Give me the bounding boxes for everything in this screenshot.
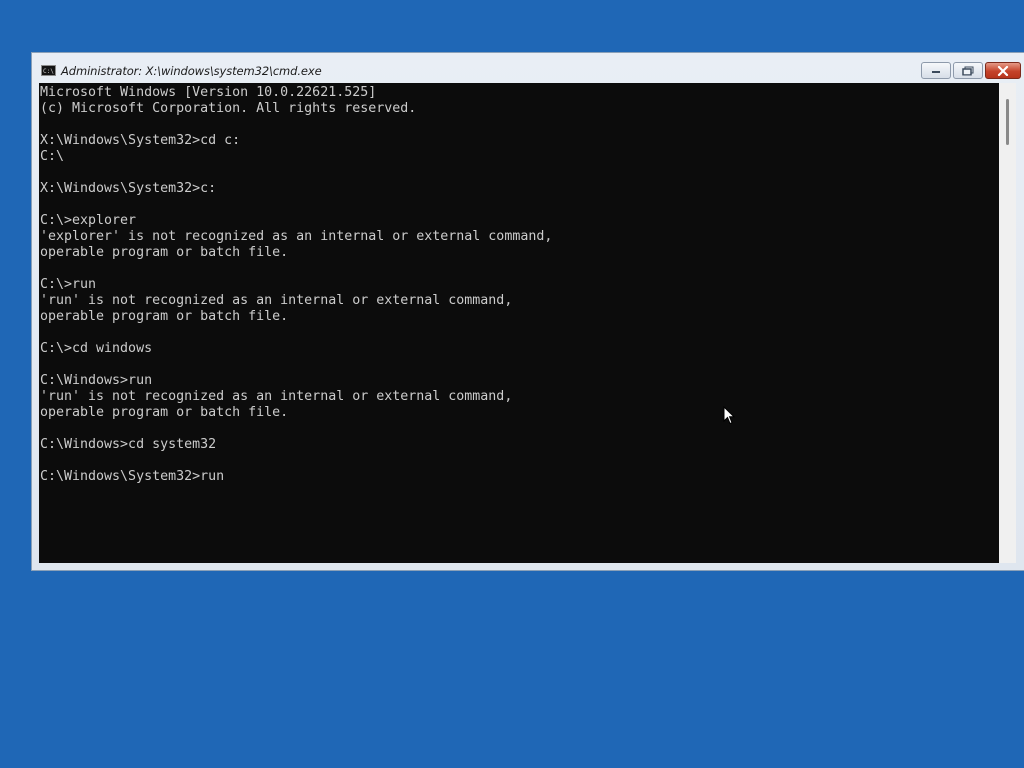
console-line: X:\Windows\System32>c: <box>40 181 217 196</box>
console-line: 'run' is not recognized as an internal o… <box>40 389 513 404</box>
minimize-button[interactable] <box>921 62 951 79</box>
console-line: C:\Windows>cd system32 <box>40 437 217 452</box>
console-output: Microsoft Windows [Version 10.0.22621.52… <box>39 83 999 485</box>
svg-text:C:\: C:\ <box>43 68 54 74</box>
cmd-icon[interactable]: C:\ <box>41 65 56 76</box>
console-line: C:\Windows>run <box>40 373 153 388</box>
console-line: operable program or batch file. <box>40 405 289 420</box>
console-line: C:\>cd windows <box>40 341 153 356</box>
window-title: Administrator: X:\windows\system32\cmd.e… <box>61 64 322 78</box>
minimize-icon <box>932 70 940 73</box>
title-bar[interactable]: C:\ Administrator: X:\windows\system32\c… <box>32 53 1024 83</box>
maximize-icon <box>962 66 974 75</box>
console-line: C:\>run <box>40 277 97 292</box>
console-line: X:\Windows\System32>cd c: <box>40 133 241 148</box>
maximize-button[interactable] <box>953 62 983 79</box>
desktop[interactable]: { "window": { "title": "Administrator: X… <box>0 0 1024 768</box>
window-bottom-border <box>32 563 1024 571</box>
mouse-pointer-icon <box>723 406 735 425</box>
cmd-window[interactable]: C:\ Administrator: X:\windows\system32\c… <box>31 52 1024 571</box>
console-line: 'run' is not recognized as an internal o… <box>40 293 513 308</box>
console-line: C:\Windows\System32>run <box>40 469 225 484</box>
close-icon <box>997 65 1009 76</box>
console-line: operable program or batch file. <box>40 309 289 324</box>
console-line: C:\>explorer <box>40 213 137 228</box>
console-line: 'explorer' is not recognized as an inter… <box>40 229 553 244</box>
console-line: operable program or batch file. <box>40 245 289 260</box>
close-button[interactable] <box>985 62 1021 79</box>
vertical-scrollbar[interactable] <box>999 83 1016 563</box>
scrollbar-thumb[interactable] <box>1006 99 1009 145</box>
console-line: C:\ <box>40 149 65 164</box>
console-line: Microsoft Windows [Version 10.0.22621.52… <box>40 85 377 100</box>
console-line: (c) Microsoft Corporation. All rights re… <box>40 101 417 116</box>
caption-buttons <box>919 62 1021 81</box>
console-area[interactable]: Microsoft Windows [Version 10.0.22621.52… <box>39 83 999 563</box>
